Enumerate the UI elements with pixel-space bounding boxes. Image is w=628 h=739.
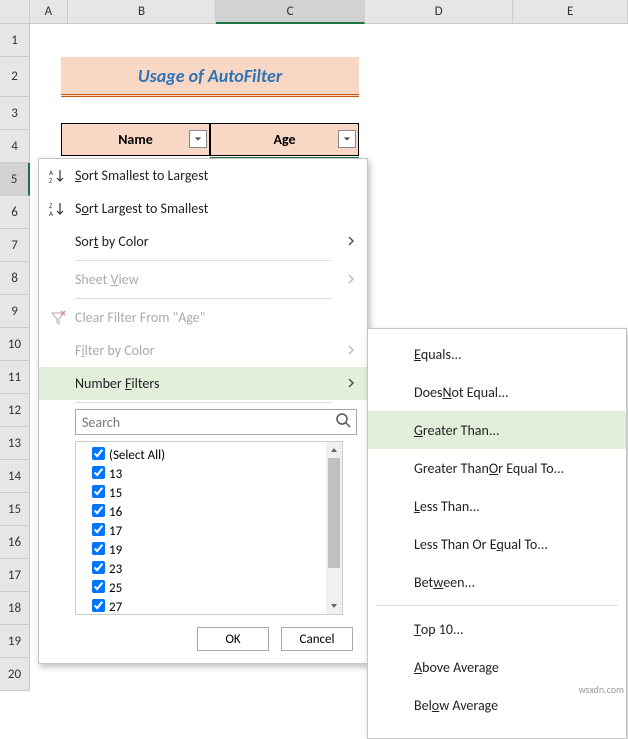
value-checkbox[interactable]: 19 xyxy=(92,541,322,560)
chevron-right-icon xyxy=(347,271,355,288)
sheet-view-label: Sheet View xyxy=(75,271,139,288)
sort-by-color[interactable]: Sort by Color xyxy=(39,225,367,258)
sort-desc-icon: ZA xyxy=(47,200,69,218)
filter-by-color: Filter by Color xyxy=(39,334,367,367)
sheet-view: Sheet View xyxy=(39,263,367,296)
title-cell: Usage of AutoFilter xyxy=(61,57,359,97)
svg-text:Z: Z xyxy=(49,176,53,185)
value-checkbox[interactable]: 16 xyxy=(92,503,322,522)
row-header[interactable]: 10 xyxy=(0,328,30,361)
col-header-A[interactable]: A xyxy=(30,0,68,24)
value-checkbox[interactable]: 23 xyxy=(92,560,322,579)
filter-greater-than[interactable]: Greater Than... xyxy=(368,411,626,449)
autofilter-dropdown: AZ Sort Smallest to Largest ZA Sort Larg… xyxy=(38,158,368,664)
scroll-up-icon[interactable] xyxy=(326,442,342,458)
col-header-B[interactable]: B xyxy=(68,0,217,24)
number-filters[interactable]: Number Filters xyxy=(39,367,367,400)
svg-text:A: A xyxy=(49,209,54,218)
select-all-checkbox[interactable]: (Select All) xyxy=(92,446,322,465)
filter-above-avg[interactable]: Above Average xyxy=(368,648,626,686)
row-header[interactable]: 14 xyxy=(0,460,30,493)
filter-equals[interactable]: Equals... xyxy=(368,335,626,373)
clear-filter-icon xyxy=(47,310,69,326)
row-header[interactable]: 6 xyxy=(0,196,30,229)
value-checkbox[interactable]: 25 xyxy=(92,579,322,598)
col-header-C[interactable]: C xyxy=(216,0,365,24)
checkbox-list[interactable]: (Select All) 13 15 16 17 19 23 25 27 32 xyxy=(76,442,326,614)
search-input[interactable] xyxy=(75,409,357,435)
row-header[interactable]: 16 xyxy=(0,526,30,559)
cancel-button[interactable]: Cancel xyxy=(281,627,353,651)
header-cell-name[interactable]: Name xyxy=(61,123,210,156)
row-header[interactable]: 19 xyxy=(0,625,30,658)
search-wrap xyxy=(75,409,357,435)
row-header[interactable]: 7 xyxy=(0,229,30,262)
row-header[interactable]: 12 xyxy=(0,394,30,427)
value-checkbox[interactable]: 27 xyxy=(92,598,322,614)
row-header[interactable]: 2 xyxy=(0,57,30,97)
chevron-right-icon xyxy=(347,375,355,392)
col-header-D[interactable]: D xyxy=(365,0,514,24)
filter-between[interactable]: Between... xyxy=(368,563,626,601)
filter-color-label: Filter by Color xyxy=(75,342,155,359)
sort-desc-label: Sort Largest to Smallest xyxy=(75,200,208,217)
filter-button-name[interactable] xyxy=(189,130,207,148)
separator xyxy=(75,298,331,299)
row-header[interactable]: 1 xyxy=(0,24,30,57)
dialog-buttons: OK Cancel xyxy=(39,627,353,651)
row-header[interactable]: 20 xyxy=(0,658,30,691)
row-headers-col: 1 2 3 4 5 6 7 8 9 10 11 12 13 14 15 16 1… xyxy=(0,24,30,691)
separator xyxy=(376,605,618,606)
row-header[interactable]: 15 xyxy=(0,493,30,526)
row-header[interactable]: 11 xyxy=(0,361,30,394)
scroll-thumb[interactable] xyxy=(328,458,340,568)
sort-asc-label: Sort Smallest to Largest xyxy=(75,167,208,184)
watermark: wsxdn.com xyxy=(579,683,624,696)
filter-gte[interactable]: Greater Than Or Equal To... xyxy=(368,449,626,487)
scrollbar[interactable] xyxy=(326,442,342,614)
number-filters-label: Number Filters xyxy=(75,375,159,392)
select-all-corner[interactable] xyxy=(0,0,30,24)
value-checkbox[interactable]: 15 xyxy=(92,484,322,503)
chevron-right-icon xyxy=(347,233,355,250)
sort-ascending[interactable]: AZ Sort Smallest to Largest xyxy=(39,159,367,192)
search-icon xyxy=(335,412,353,434)
column-headers-row: A B C D E xyxy=(0,0,628,24)
separator xyxy=(75,260,331,261)
chevron-right-icon xyxy=(347,342,355,359)
ok-button[interactable]: OK xyxy=(197,627,269,651)
row-header[interactable]: 17 xyxy=(0,559,30,592)
sort-descending[interactable]: ZA Sort Largest to Smallest xyxy=(39,192,367,225)
filter-values-list: (Select All) 13 15 16 17 19 23 25 27 32 xyxy=(75,441,343,615)
row-header[interactable]: 13 xyxy=(0,427,30,460)
col-header-E[interactable]: E xyxy=(513,0,628,24)
sort-color-label: Sort by Color xyxy=(75,233,149,250)
number-filters-submenu: Equals... Does Not Equal... Greater Than… xyxy=(367,328,627,739)
value-checkbox[interactable]: 17 xyxy=(92,522,322,541)
scroll-down-icon[interactable] xyxy=(326,598,342,614)
row-header[interactable]: 18 xyxy=(0,592,30,625)
filter-lte[interactable]: Less Than Or Equal To... xyxy=(368,525,626,563)
value-checkbox[interactable]: 13 xyxy=(92,465,322,484)
header-cell-age[interactable]: Age xyxy=(210,123,359,156)
row-header[interactable]: 4 xyxy=(0,130,30,163)
filter-less-than[interactable]: Less Than... xyxy=(368,487,626,525)
header-name-label: Name xyxy=(118,131,153,148)
row-header[interactable]: 9 xyxy=(0,295,30,328)
clear-filter: Clear Filter From "Age" xyxy=(39,301,367,334)
row-header[interactable]: 5 xyxy=(0,163,30,196)
row-header[interactable]: 3 xyxy=(0,97,30,130)
filter-not-equal[interactable]: Does Not Equal... xyxy=(368,373,626,411)
sort-asc-icon: AZ xyxy=(47,167,69,185)
filter-top10[interactable]: Top 10... xyxy=(368,610,626,648)
separator xyxy=(75,402,331,403)
filter-button-age[interactable] xyxy=(338,130,356,148)
row-header[interactable]: 8 xyxy=(0,262,30,295)
header-age-label: Age xyxy=(273,131,295,148)
clear-filter-label: Clear Filter From "Age" xyxy=(75,309,205,326)
